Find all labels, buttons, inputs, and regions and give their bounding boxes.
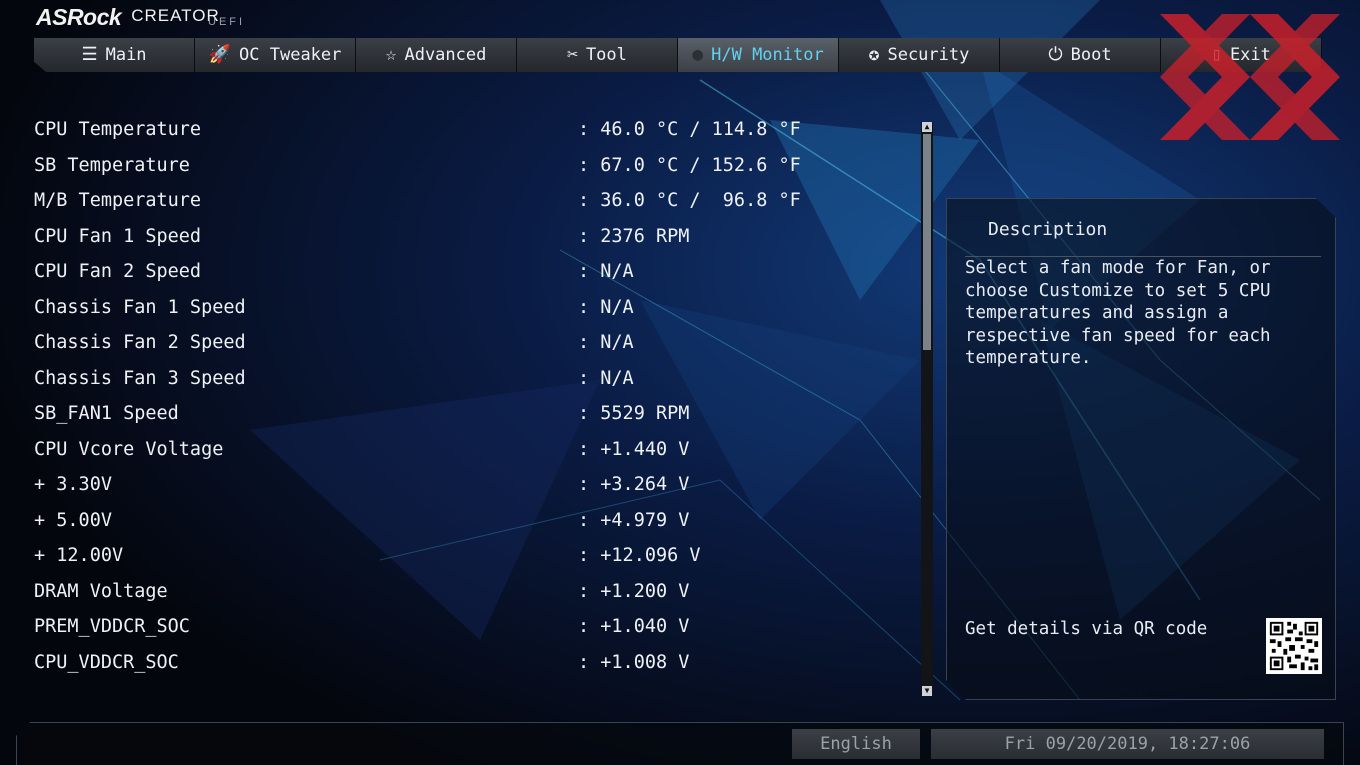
shield-icon: ✪: [868, 44, 880, 65]
reading-label: Chassis Fan 1 Speed: [34, 296, 246, 318]
tab-label: H/W Monitor: [711, 45, 824, 65]
description-panel: Description Select a fan mode for Fan, o…: [946, 198, 1336, 700]
wrench-icon: ✂: [567, 44, 578, 65]
monitor-icon: ●: [692, 44, 704, 65]
tab-hw-monitor[interactable]: ● H/W Monitor: [678, 38, 839, 72]
reading-label: Chassis Fan 3 Speed: [34, 367, 246, 389]
reading-value: : +1.008 V: [578, 651, 690, 673]
reading-value: : 46.0 °C / 114.8 °F: [578, 119, 801, 141]
list-item[interactable]: Chassis Fan 3 Speed : N/A: [34, 361, 904, 397]
reading-label: DRAM Voltage: [34, 580, 168, 602]
list-item[interactable]: PREM_VDDCR_SOC : +1.040 V: [34, 609, 904, 645]
date-time-display: Fri 09/20/2019, 18:27:06: [931, 729, 1324, 759]
list-item[interactable]: SB_FAN1 Speed : 5529 RPM: [34, 396, 904, 432]
tab-label: Tool: [585, 45, 627, 65]
list-item[interactable]: Chassis Fan 2 Speed : N/A: [34, 325, 904, 361]
reading-label: CPU Temperature: [34, 119, 202, 141]
hw-monitor-list: CPU Temperature : 46.0 °C / 114.8 °F SB …: [34, 112, 904, 680]
reading-label: M/B Temperature: [34, 190, 202, 212]
list-item[interactable]: CPU_VDDCR_SOC : +1.008 V: [34, 645, 904, 681]
power-icon: ⏻: [1048, 44, 1063, 65]
reading-label: CPU Vcore Voltage: [34, 438, 224, 460]
tab-security[interactable]: ✪ Security: [839, 38, 1000, 72]
scroll-down-arrow-icon[interactable]: ▼: [922, 686, 932, 696]
description-title: Description: [988, 219, 1108, 240]
reading-value: : 2376 RPM: [578, 225, 690, 247]
reading-value: : 36.0 °C / 96.8 °F: [578, 190, 801, 212]
rocket-icon: 🚀: [208, 44, 232, 65]
list-item[interactable]: + 12.00V : +12.096 V: [34, 538, 904, 574]
tab-label: Security: [887, 45, 970, 65]
reading-label: + 3.30V: [34, 474, 112, 496]
list-item[interactable]: + 3.30V : +3.264 V: [34, 467, 904, 503]
list-item[interactable]: CPU Fan 2 Speed : N/A: [34, 254, 904, 290]
list-icon: ☰: [81, 44, 98, 65]
reading-value: : 5529 RPM: [578, 403, 690, 425]
reading-value: : N/A: [578, 367, 634, 389]
tab-label: Main: [105, 45, 147, 65]
main-tab-bar: ☰ Main 🚀 OC Tweaker ☆ Advanced ✂ Tool ● …: [34, 38, 1328, 72]
asrock-creator-logo: ASRock CREATOR: [36, 4, 220, 34]
tab-label: OC Tweaker: [239, 45, 342, 65]
reading-value: : N/A: [578, 261, 634, 283]
status-bar: English Fri 09/20/2019, 18:27:06: [16, 722, 1344, 765]
reading-value: : +4.979 V: [578, 509, 690, 531]
scrollbar-thumb[interactable]: [923, 134, 931, 350]
reading-label: + 12.00V: [34, 545, 124, 567]
list-item[interactable]: CPU Vcore Voltage : +1.440 V: [34, 432, 904, 468]
reading-value: : +3.264 V: [578, 474, 690, 496]
reading-value: : N/A: [578, 296, 634, 318]
list-item[interactable]: CPU Fan 1 Speed : 2376 RPM: [34, 219, 904, 255]
tab-label: Advanced: [404, 45, 487, 65]
reading-value: : 67.0 °C / 152.6 °F: [578, 154, 801, 176]
tab-main[interactable]: ☰ Main: [34, 38, 195, 72]
reading-label: CPU Fan 2 Speed: [34, 261, 202, 283]
reading-label: CPU_VDDCR_SOC: [34, 651, 179, 673]
language-selector[interactable]: English: [792, 729, 920, 759]
list-scrollbar[interactable]: ▲ ▼: [921, 122, 933, 696]
reading-value: : +1.440 V: [578, 438, 690, 460]
reading-value: : N/A: [578, 332, 634, 354]
qr-caption: Get details via QR code: [965, 619, 1208, 639]
description-text: Select a fan mode for Fan, or choose Cus…: [965, 258, 1271, 368]
list-item[interactable]: SB Temperature : 67.0 °C / 152.6 °F: [34, 148, 904, 184]
reading-value: : +1.040 V: [578, 616, 690, 638]
star-icon: ☆: [385, 44, 397, 65]
reading-value: : +12.096 V: [578, 545, 701, 567]
list-item[interactable]: Chassis Fan 1 Speed : N/A: [34, 290, 904, 326]
reading-label: SB Temperature: [34, 154, 190, 176]
tab-advanced[interactable]: ☆ Advanced: [356, 38, 517, 72]
brand-product: CREATOR: [131, 6, 220, 25]
qr-code-icon: [1266, 618, 1322, 674]
reading-label: Chassis Fan 2 Speed: [34, 332, 246, 354]
list-item[interactable]: + 5.00V : +4.979 V: [34, 503, 904, 539]
reading-label: PREM_VDDCR_SOC: [34, 616, 190, 638]
watermark-logo: [1160, 14, 1340, 140]
scroll-up-arrow-icon[interactable]: ▲: [922, 122, 932, 132]
brand-name: ASRock: [36, 4, 122, 30]
tab-tool[interactable]: ✂ Tool: [517, 38, 678, 72]
list-item[interactable]: CPU Temperature : 46.0 °C / 114.8 °F: [34, 112, 904, 148]
reading-label: SB_FAN1 Speed: [34, 403, 179, 425]
reading-value: : +1.200 V: [578, 580, 690, 602]
tab-label: Boot: [1070, 45, 1112, 65]
tab-oc-tweaker[interactable]: 🚀 OC Tweaker: [195, 38, 356, 72]
reading-label: CPU Fan 1 Speed: [34, 225, 202, 247]
brand-firmware: UEFI: [208, 16, 246, 28]
reading-label: + 5.00V: [34, 509, 112, 531]
tab-boot[interactable]: ⏻ Boot: [1000, 38, 1161, 72]
list-item[interactable]: DRAM Voltage : +1.200 V: [34, 574, 904, 610]
list-item[interactable]: M/B Temperature : 36.0 °C / 96.8 °F: [34, 183, 904, 219]
